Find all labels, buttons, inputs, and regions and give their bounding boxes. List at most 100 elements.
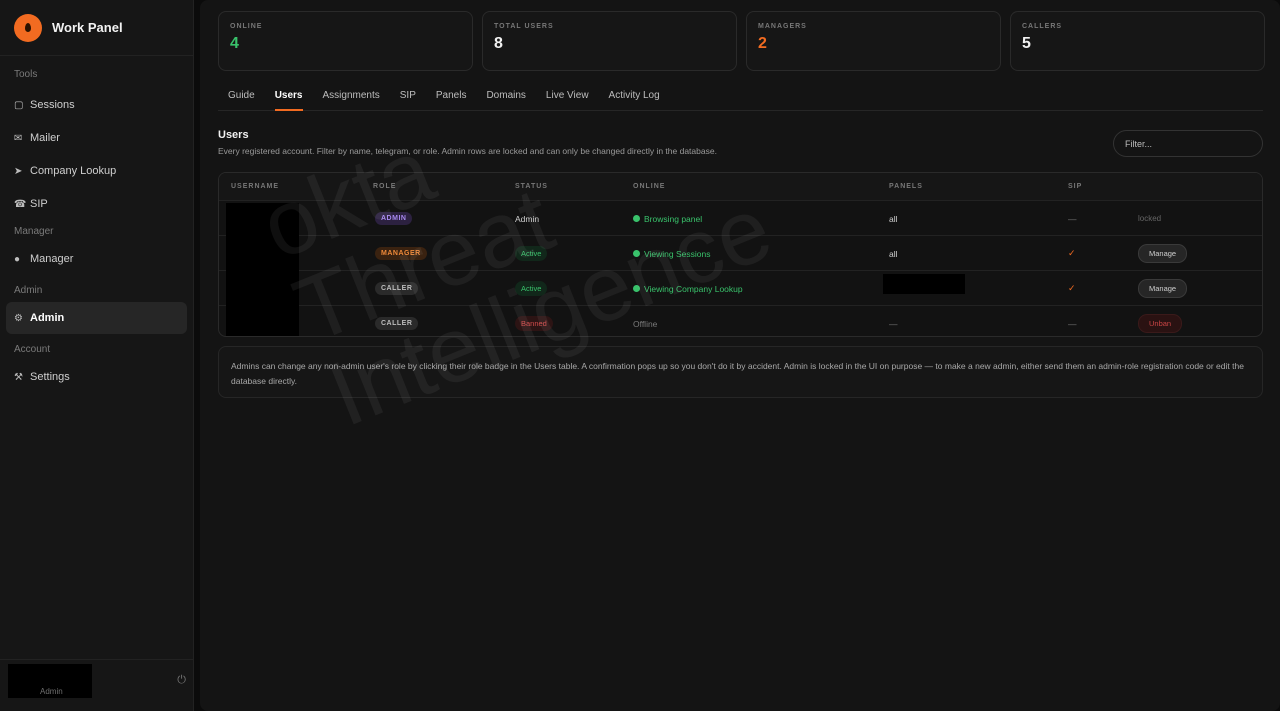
section-label-manager: Manager <box>14 226 54 237</box>
sidebar-item-label: Admin <box>30 312 65 324</box>
sidebar-item-manager[interactable]: ● Manager <box>6 243 187 275</box>
sidebar: Work Panel Tools ▢ Sessions ✉ Mailer ➤ C… <box>0 0 194 711</box>
stat-label: TOTAL USERS <box>494 23 554 30</box>
redacted-usernames <box>226 203 299 336</box>
admin-tabs: Guide Users Assignments SIP Panels Domai… <box>218 81 1263 111</box>
table-row: MANAGER Active Viewing Sessions all ✓ Ma… <box>219 236 1262 271</box>
column-header-sip: SIP <box>1068 183 1083 190</box>
stat-label: ONLINE <box>230 23 263 30</box>
online-activity: Viewing Company Lookup <box>644 283 743 294</box>
satellite-icon: ➤ <box>14 165 23 177</box>
sidebar-item-label: Company Lookup <box>30 165 117 177</box>
sip-value: — <box>1068 213 1077 224</box>
panels-value: — <box>889 318 898 329</box>
stat-value: 8 <box>494 35 503 52</box>
sidebar-item-label: SIP <box>30 198 48 210</box>
section-label-admin: Admin <box>14 285 43 296</box>
tab-panels[interactable]: Panels <box>426 81 477 110</box>
stat-value: 5 <box>1022 35 1031 52</box>
sidebar-item-label: Sessions <box>30 99 75 111</box>
sip-check-icon: ✓ <box>1068 283 1076 293</box>
stat-value: 4 <box>230 35 239 52</box>
online-activity: Browsing panel <box>644 213 703 224</box>
section-label-tools: Tools <box>14 69 38 80</box>
current-user: Admin ⏻ <box>0 659 194 711</box>
tools-icon: ⚒ <box>14 371 23 383</box>
logout-power-icon[interactable]: ⏻ <box>177 674 186 687</box>
sidebar-item-sip[interactable]: ☎ SIP <box>6 188 187 220</box>
tab-users[interactable]: Users <box>265 81 313 111</box>
tab-domains[interactable]: Domains <box>476 81 535 110</box>
status-badge: Active <box>515 281 548 296</box>
redacted-panel-value <box>883 274 965 294</box>
locked-label: locked <box>1138 214 1162 223</box>
info-note: Admins can change any non-admin user's r… <box>218 346 1263 398</box>
online-dot-icon <box>633 285 640 292</box>
tab-activity-log[interactable]: Activity Log <box>599 81 670 110</box>
user-role: Admin <box>40 687 63 696</box>
sidebar-item-label: Settings <box>30 371 70 383</box>
users-subtitle: Every registered account. Filter by name… <box>218 146 717 156</box>
stats-row: ONLINE 4 TOTAL USERS 8 MANAGERS 2 CALLER… <box>218 11 1265 71</box>
users-header: Users Every registered account. Filter b… <box>218 129 717 156</box>
unban-button[interactable]: Unban <box>1138 314 1183 333</box>
stat-label: CALLERS <box>1022 23 1063 30</box>
users-title: Users <box>218 129 249 141</box>
stat-managers: MANAGERS 2 <box>746 11 1001 71</box>
manage-button[interactable]: Manage <box>1138 279 1188 298</box>
clipboard-icon: ▢ <box>14 99 24 111</box>
table-header: USERNAME ROLE STATUS ONLINE PANELS SIP <box>219 173 1262 201</box>
sidebar-item-sessions[interactable]: ▢ Sessions <box>6 89 187 121</box>
table-row: CALLER Banned Offline — — Unban <box>219 306 1262 336</box>
role-badge[interactable]: CALLER <box>375 317 419 330</box>
online-activity: Viewing Sessions <box>644 248 711 259</box>
section-label-account: Account <box>14 344 51 355</box>
column-header-panels: PANELS <box>889 183 923 190</box>
envelope-icon: ✉ <box>14 132 23 144</box>
role-badge[interactable]: CALLER <box>375 282 419 295</box>
sidebar-item-mailer[interactable]: ✉ Mailer <box>6 122 187 154</box>
flame-logo-icon <box>14 13 42 42</box>
status-badge: Banned <box>515 316 553 331</box>
sidebar-item-company-lookup[interactable]: ➤ Company Lookup <box>6 155 187 187</box>
sidebar-item-settings[interactable]: ⚒ Settings <box>6 361 187 393</box>
sidebar-item-label: Mailer <box>30 132 60 144</box>
people-icon: ● <box>14 253 21 265</box>
column-header-online: ONLINE <box>633 183 666 190</box>
stat-online: ONLINE 4 <box>218 11 473 71</box>
tab-assignments[interactable]: Assignments <box>313 81 390 110</box>
sidebar-item-admin[interactable]: ⚙ Admin <box>6 302 187 334</box>
stat-value: 2 <box>758 35 767 52</box>
column-header-username: USERNAME <box>231 183 280 190</box>
column-header-status: STATUS <box>515 183 548 190</box>
phone-icon: ☎ <box>14 198 27 210</box>
role-badge[interactable]: ADMIN <box>375 212 413 225</box>
main-content: ONLINE 4 TOTAL USERS 8 MANAGERS 2 CALLER… <box>200 0 1280 711</box>
status-badge: Active <box>515 246 548 261</box>
online-activity: Offline <box>633 318 658 329</box>
table-row: CALLER Active Viewing Company Lookup ✓ M… <box>219 271 1262 306</box>
sidebar-item-label: Manager <box>30 253 74 265</box>
brand: Work Panel <box>0 0 193 56</box>
panels-value: all <box>889 213 898 224</box>
table-row: ADMIN Admin Browsing panel all — locked <box>219 201 1262 236</box>
tab-guide[interactable]: Guide <box>218 81 265 110</box>
online-dot-icon <box>633 250 640 257</box>
sip-value: — <box>1068 318 1077 329</box>
role-badge[interactable]: MANAGER <box>375 247 427 260</box>
users-table: USERNAME ROLE STATUS ONLINE PANELS SIP A… <box>218 172 1263 337</box>
panels-value: all <box>889 248 898 259</box>
brand-title: Work Panel <box>52 20 123 35</box>
stat-total-users: TOTAL USERS 8 <box>482 11 737 71</box>
gear-icon: ⚙ <box>14 312 23 324</box>
tab-live-view[interactable]: Live View <box>536 81 599 110</box>
tab-sip[interactable]: SIP <box>390 81 426 110</box>
status-text: Admin <box>515 213 540 224</box>
stat-label: MANAGERS <box>758 23 807 30</box>
manage-button[interactable]: Manage <box>1138 244 1188 263</box>
column-header-role: ROLE <box>373 183 397 190</box>
filter-input[interactable] <box>1113 130 1263 157</box>
sip-check-icon: ✓ <box>1068 248 1076 258</box>
online-dot-icon <box>633 215 640 222</box>
stat-callers: CALLERS 5 <box>1010 11 1265 71</box>
